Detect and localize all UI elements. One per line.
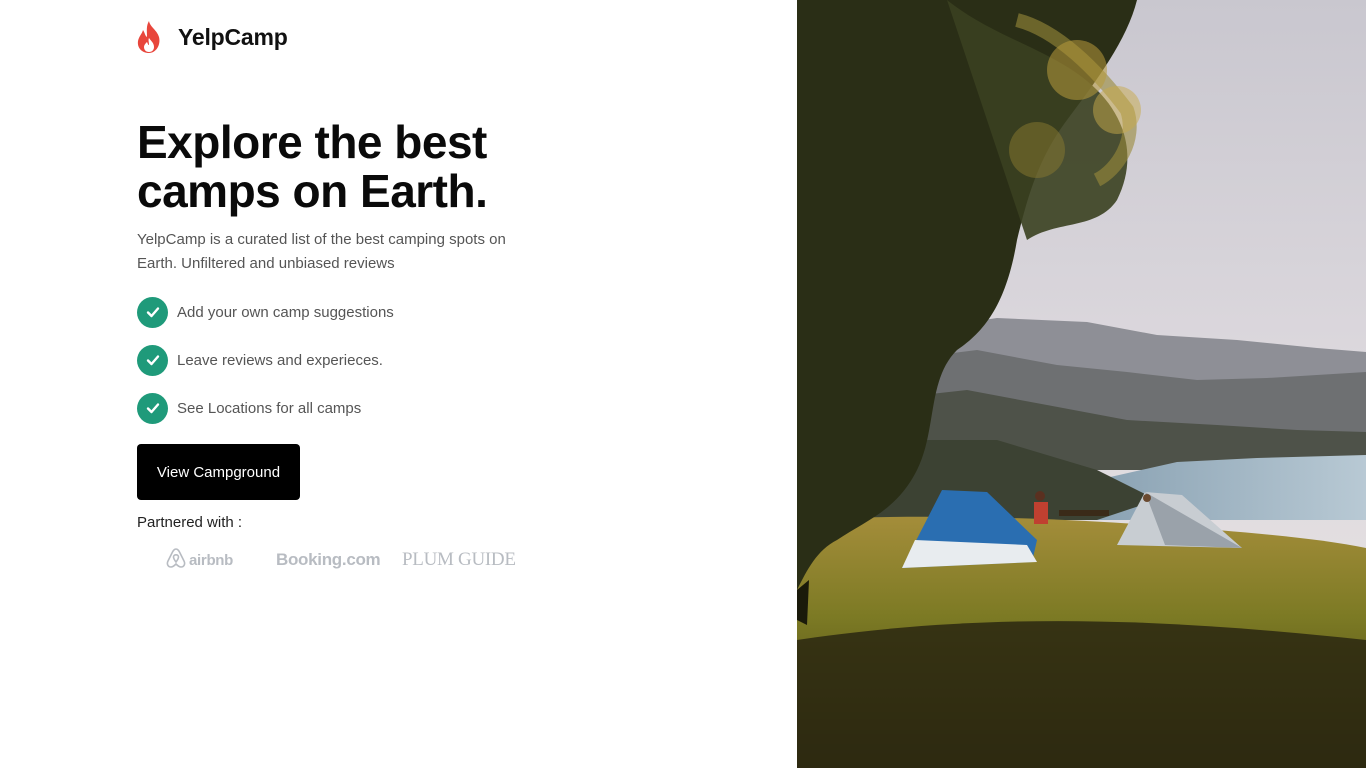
check-circle-icon bbox=[137, 344, 168, 376]
brand-logo[interactable]: YelpCamp bbox=[137, 20, 288, 54]
campsite-photo bbox=[797, 0, 1366, 768]
partner-logos: airbnb Booking.com PLUM GUIDE bbox=[166, 546, 526, 574]
airbnb-logo: airbnb bbox=[166, 546, 233, 574]
feature-label: Add your own camp suggestions bbox=[177, 303, 394, 321]
airbnb-wordmark: airbnb bbox=[189, 551, 234, 569]
hero-image bbox=[797, 0, 1366, 768]
airbnb-icon bbox=[166, 547, 189, 573]
feature-item: Leave reviews and experieces. bbox=[137, 344, 394, 376]
headline-line-1: Explore the best bbox=[137, 116, 487, 168]
page-title: Explore the best camps on Earth. bbox=[137, 118, 557, 216]
feature-item: Add your own camp suggestions bbox=[137, 296, 394, 328]
partners-label: Partnered with : bbox=[137, 514, 243, 531]
flame-icon bbox=[137, 20, 162, 54]
brand-name: YelpCamp bbox=[178, 23, 288, 50]
plum-guide-logo: PLUM GUIDE bbox=[402, 549, 516, 570]
feature-item: See Locations for all camps bbox=[137, 392, 394, 424]
booking-logo: Booking.com bbox=[276, 550, 381, 569]
hero-description: YelpCamp is a curated list of the best c… bbox=[137, 231, 506, 272]
feature-list: Add your own camp suggestions Leave revi… bbox=[137, 296, 394, 440]
check-circle-icon bbox=[137, 296, 168, 328]
view-campground-button[interactable]: View Campground bbox=[137, 444, 300, 500]
headline-line-2: camps on Earth. bbox=[137, 165, 488, 217]
feature-label: See Locations for all camps bbox=[177, 399, 362, 417]
check-circle-icon bbox=[137, 392, 168, 424]
landing-panel: YelpCamp Explore the best camps on Earth… bbox=[0, 0, 797, 768]
feature-label: Leave reviews and experieces. bbox=[177, 351, 383, 369]
